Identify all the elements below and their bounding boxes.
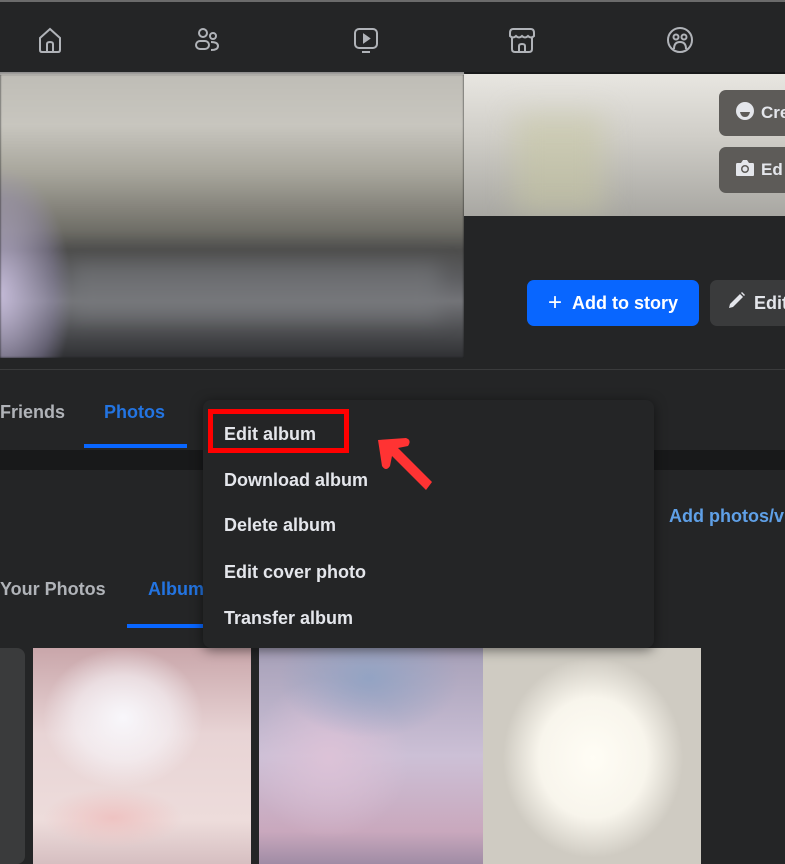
album-grid-spacer	[701, 648, 785, 864]
create-avatar-button[interactable]: Cre	[719, 90, 785, 136]
album-tile[interactable]	[483, 648, 701, 864]
album-tile-create[interactable]	[0, 648, 25, 864]
home-icon[interactable]	[34, 24, 66, 56]
watch-icon[interactable]	[350, 24, 382, 56]
subtab-albums[interactable]: Album	[148, 579, 204, 600]
tab-friends[interactable]: Friends	[0, 402, 65, 423]
tab-photos[interactable]: Photos	[104, 402, 165, 423]
menu-item-edit-cover-photo[interactable]: Edit cover photo	[224, 562, 366, 583]
tabs-divider	[0, 369, 785, 370]
album-tile[interactable]	[259, 648, 483, 864]
album-context-menu: Edit album Download album Delete album E…	[203, 400, 654, 648]
menu-item-delete-album[interactable]: Delete album	[224, 515, 336, 536]
edit-profile-button[interactable]: Edit	[710, 280, 785, 326]
pencil-icon	[726, 291, 746, 316]
add-to-story-button[interactable]: + Add to story	[527, 280, 699, 326]
edit-cover-photo-button[interactable]: Ed	[719, 147, 785, 193]
plus-icon: +	[547, 289, 562, 316]
groups-icon[interactable]	[664, 24, 696, 56]
active-tab-indicator	[84, 444, 187, 448]
album-tile[interactable]	[33, 648, 251, 864]
top-navigation-bar	[0, 0, 785, 75]
subtab-your-photos[interactable]: Your Photos	[0, 579, 106, 600]
add-photos-link[interactable]: Add photos/v	[669, 506, 784, 527]
menu-item-transfer-album[interactable]: Transfer album	[224, 608, 353, 629]
avatar-icon	[735, 101, 755, 126]
profile-photo-blurred[interactable]	[0, 74, 464, 358]
profile-name-blurred	[70, 264, 440, 319]
menu-item-download-album[interactable]: Download album	[224, 470, 368, 491]
cover-photo-content	[514, 114, 604, 214]
marketplace-icon[interactable]	[506, 24, 538, 56]
menu-item-edit-album[interactable]: Edit album	[224, 424, 316, 445]
active-subtab-indicator	[127, 624, 207, 628]
camera-icon	[735, 159, 755, 182]
friends-icon[interactable]	[192, 24, 224, 56]
